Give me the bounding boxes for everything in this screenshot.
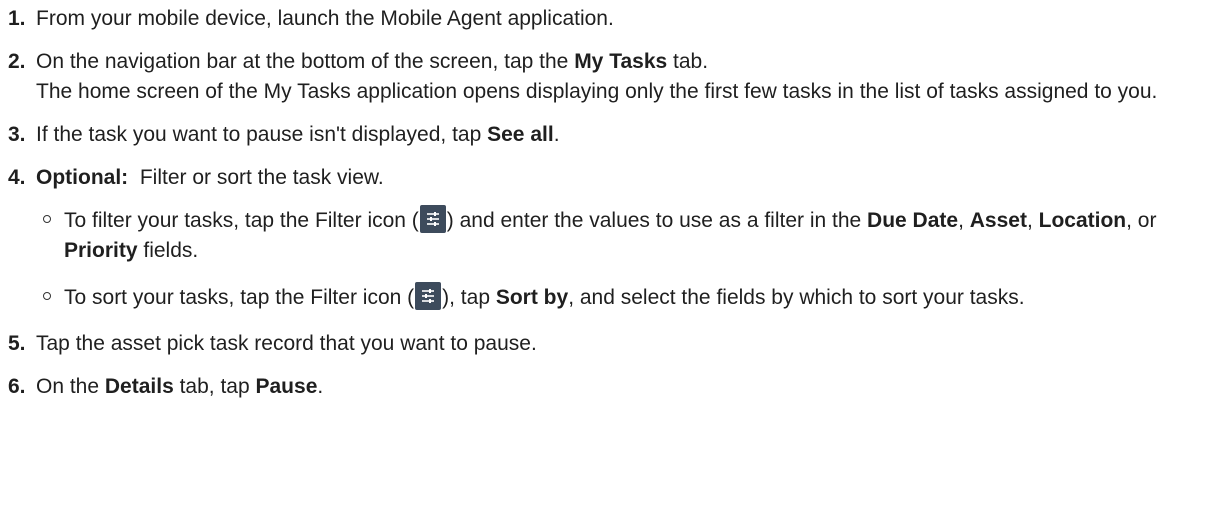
step-number: 6. (8, 375, 26, 398)
field-due-date: Due Date (867, 209, 959, 232)
step-1: 1. From your mobile device, launch the M… (8, 4, 1195, 34)
filter-icon (419, 205, 446, 233)
ui-term-details: Details (104, 375, 174, 398)
step-text: On the navigation bar at the bottom of t… (36, 47, 1195, 77)
ui-term-see-all: See all (487, 123, 554, 146)
step-text-part: , (958, 209, 970, 232)
step-text-part: tab, tap (173, 375, 256, 398)
ui-term-my-tasks: My Tasks (574, 50, 668, 73)
step-number: 4. (8, 166, 26, 189)
ui-term-sort-by: Sort by (495, 286, 569, 309)
bullet-icon (43, 292, 51, 300)
step-text-part: , (1026, 209, 1039, 232)
field-location: Location (1038, 209, 1127, 232)
step-text-part: ) and enter the values to use as a filte… (446, 209, 868, 232)
step-result: The home screen of the My Tasks applicat… (36, 80, 1158, 103)
step-number: 5. (8, 332, 26, 355)
step-text-part: tab. (667, 50, 709, 73)
step-text-part: . (317, 375, 324, 398)
step-text-part: On the navigation bar at the bottom of t… (36, 50, 575, 73)
step-text: Tap the asset pick task record that you … (36, 332, 537, 355)
step-text-part: To sort your tasks, tap the Filter icon … (64, 286, 415, 309)
step-text-part: fields. (137, 239, 199, 262)
step-text-part: , and select the fields by which to sort… (568, 286, 1025, 309)
optional-label: Optional: (36, 166, 129, 189)
step-text-part: ), tap (442, 286, 496, 309)
step-text-part: . (553, 123, 560, 146)
field-asset: Asset (969, 209, 1027, 232)
bullet-icon (43, 215, 51, 223)
step-number: 1. (8, 7, 26, 30)
step-text: Optional: Filter or sort the task view. (36, 163, 1195, 193)
step-5: 5. Tap the asset pick task record that y… (8, 329, 1195, 359)
sub-step-filter: To filter your tasks, tap the Filter ico… (36, 205, 1195, 266)
step-4: 4. Optional: Filter or sort the task vie… (8, 163, 1195, 313)
procedure-steps: 1. From your mobile device, launch the M… (0, 0, 1205, 402)
step-text: On the Details tab, tap Pause. (36, 372, 1195, 402)
step-number: 2. (8, 50, 26, 73)
sub-steps: To filter your tasks, tap the Filter ico… (36, 205, 1195, 313)
filter-icon (415, 282, 442, 310)
step-text-part: , or (1126, 209, 1157, 232)
step-text-part: Filter or sort the task view. (139, 166, 384, 189)
step-3: 3. If the task you want to pause isn't d… (8, 120, 1195, 150)
step-number: 3. (8, 123, 26, 146)
sub-step-sort: To sort your tasks, tap the Filter icon … (36, 282, 1195, 313)
step-text: From your mobile device, launch the Mobi… (36, 7, 614, 30)
ui-term-pause: Pause (255, 375, 318, 398)
step-text-part: On the (36, 375, 105, 398)
step-text-part: If the task you want to pause isn't disp… (36, 123, 488, 146)
step-2: 2. On the navigation bar at the bottom o… (8, 47, 1195, 107)
step-text-part: To filter your tasks, tap the Filter ico… (64, 209, 419, 232)
step-6: 6. On the Details tab, tap Pause. (8, 372, 1195, 402)
field-priority: Priority (64, 239, 138, 262)
step-text: If the task you want to pause isn't disp… (36, 120, 1195, 150)
